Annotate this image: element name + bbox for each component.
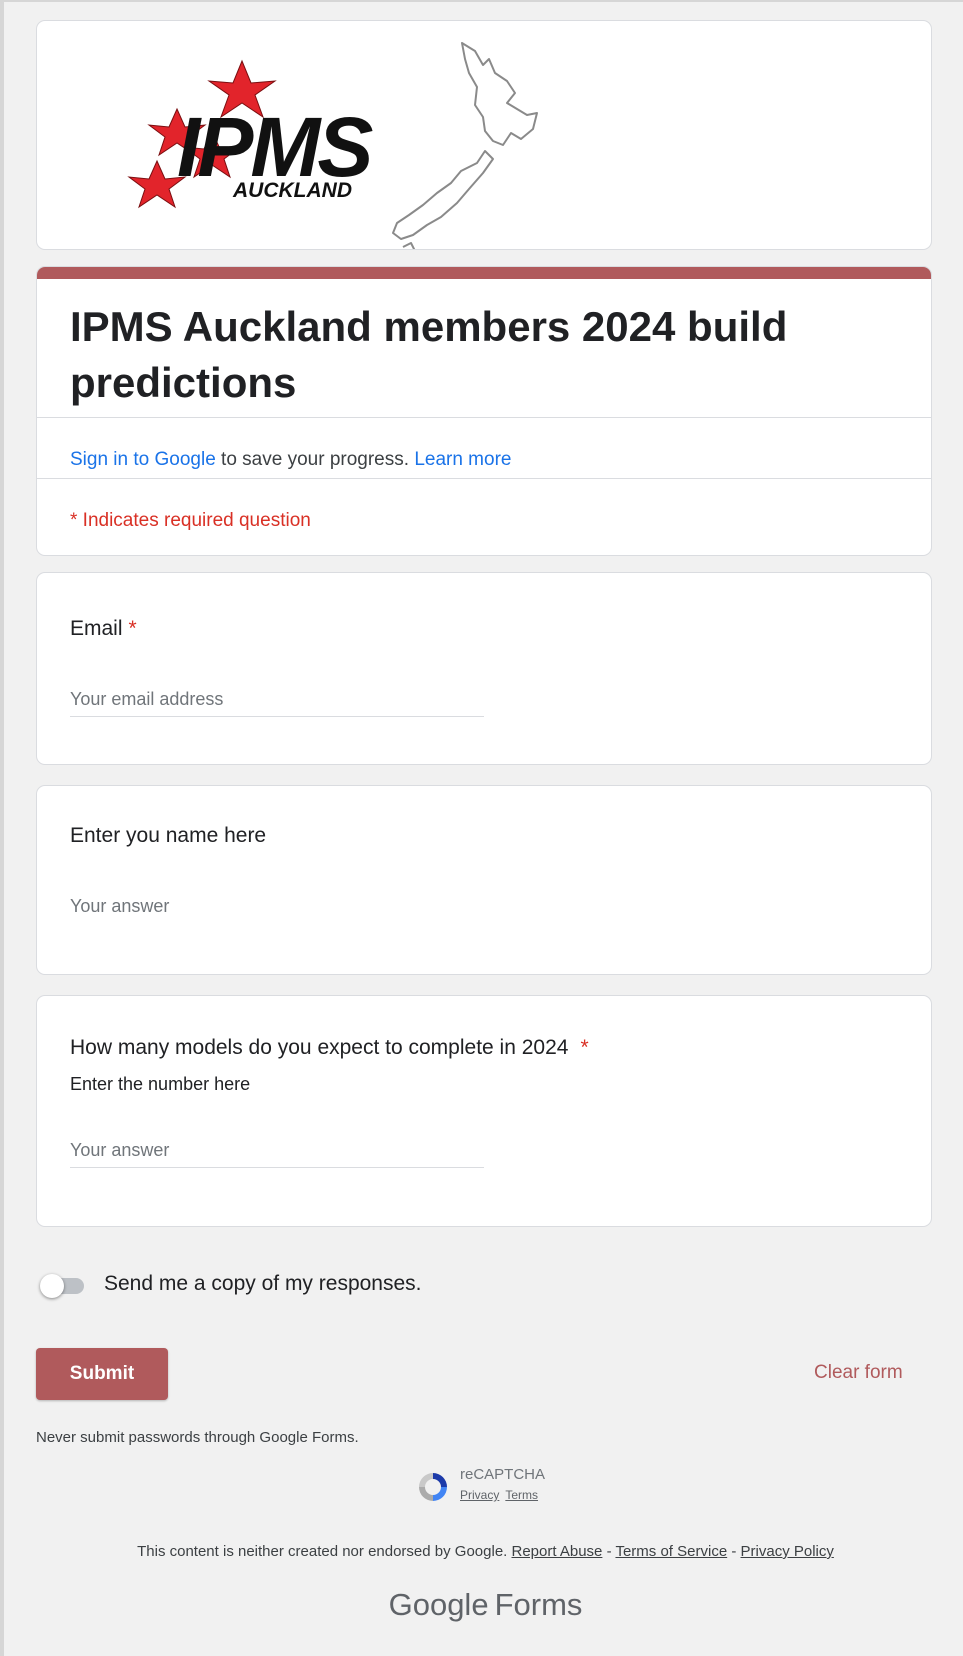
google-wordmark: Google [388,1587,489,1622]
page-background: IPMS AUCKLAND IPMS Auckland members 2024… [4,2,963,1656]
disclaimer-text: This content is neither created nor endo… [137,1543,508,1560]
recaptcha-icon [419,1473,447,1501]
signin-text: to save your progress. [215,449,415,470]
name-field[interactable] [70,890,484,924]
recaptcha-badge: reCAPTCHA Privacy Terms [414,1466,564,1508]
logo-wordmark: IPMS AUCKLAND [177,100,376,202]
divider [37,417,931,418]
copy-responses-label: Send me a copy of my responses. [104,1272,422,1295]
recaptcha-links: Privacy Terms [460,1488,544,1502]
ipms-logo: IPMS AUCKLAND [127,42,538,249]
accent-bar [37,267,931,279]
footer-disclaimer: This content is neither created nor endo… [4,1543,963,1560]
question-title: How many models do you expect to complet… [70,1036,569,1059]
copy-responses-toggle[interactable] [40,1274,84,1298]
required-star: * [580,1036,589,1059]
forms-wordmark: Forms [494,1587,583,1622]
required-star: * [128,617,137,640]
question-card-name: Enter you name here [36,785,932,975]
divider [37,478,931,479]
question-title: Enter you name here [70,824,267,847]
learn-more-link[interactable]: Learn more [414,449,511,470]
models-count-field[interactable] [70,1134,484,1168]
question-label: How many models do you expect to complet… [70,1036,589,1060]
recaptcha-terms-link[interactable]: Terms [505,1488,538,1502]
form-title-card: IPMS Auckland members 2024 build predict… [36,266,932,556]
privacy-policy-link[interactable]: Privacy Policy [741,1543,834,1560]
password-warning: Never submit passwords through Google Fo… [36,1429,359,1446]
toggle-knob [40,1274,64,1298]
sign-in-link[interactable]: Sign in to Google [70,449,216,470]
separator: - [602,1543,616,1560]
separator: - [727,1543,741,1560]
terms-of-service-link[interactable]: Terms of Service [615,1543,727,1560]
google-forms-logo[interactable]: Google Forms [4,1587,963,1623]
header-image: IPMS AUCKLAND [36,20,932,250]
signin-notice: Sign in to Google to save your progress.… [70,449,511,471]
new-zealand-map-icon [392,42,538,249]
recaptcha-label: reCAPTCHA [460,1466,546,1483]
question-title: Email [70,617,123,640]
question-label: Email * [70,617,137,641]
form-title: IPMS Auckland members 2024 build predict… [70,303,788,406]
report-abuse-link[interactable]: Report Abuse [512,1543,603,1560]
submit-button[interactable]: Submit [36,1348,168,1400]
recaptcha-privacy-link[interactable]: Privacy [460,1488,499,1502]
email-field[interactable] [70,683,484,717]
question-card-models: How many models do you expect to complet… [36,995,932,1227]
required-note: * Indicates required question [70,510,311,531]
clear-form-button[interactable]: Clear form [814,1362,903,1384]
question-card-email: Email * [36,572,932,765]
question-description: Enter the number here [70,1074,251,1094]
svg-text:AUCKLAND: AUCKLAND [232,179,352,202]
